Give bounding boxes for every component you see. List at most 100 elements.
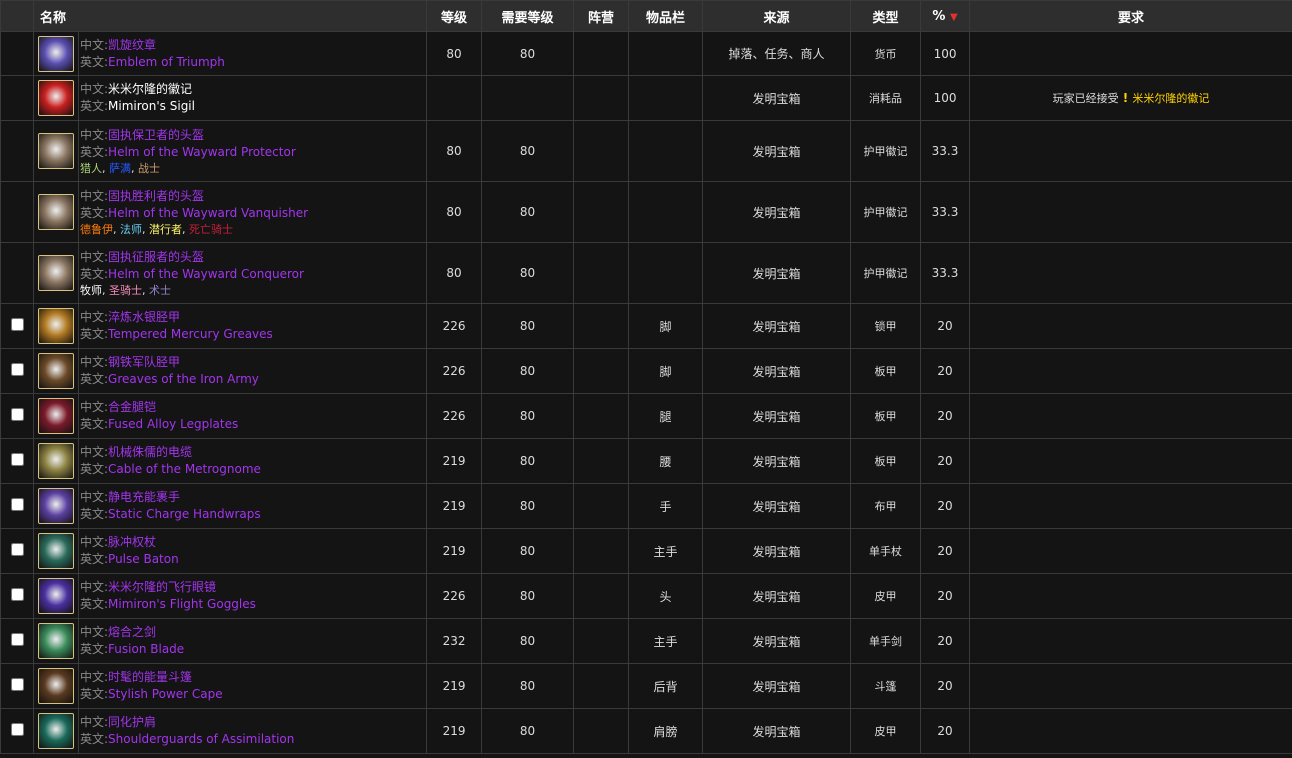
row-checkbox[interactable] [10, 588, 24, 601]
helm-icon[interactable] [38, 194, 74, 230]
item-faction [573, 528, 630, 574]
shoulders-icon[interactable] [38, 713, 74, 749]
table-row: 中文:钢铁军队胫甲 英文:Greaves of the Iron Army 226 8… [0, 348, 1292, 394]
item-name-en[interactable]: Mimiron's Flight Goggles [108, 597, 256, 611]
header-name[interactable]: 名称 [32, 0, 428, 32]
boots-icon[interactable] [38, 353, 74, 389]
item-name-en[interactable]: Pulse Baton [108, 552, 179, 566]
class-link[interactable]: 猎人 [80, 162, 102, 175]
item-name-cn[interactable]: 时髦的能量斗篷 [108, 670, 192, 684]
requirement-link[interactable]: 米米尔隆的徽记 [1132, 92, 1209, 105]
class-link[interactable]: 死亡骑士 [189, 223, 233, 236]
header-pct[interactable]: % ▼ [920, 0, 971, 32]
item-name-cn[interactable]: 机械侏儒的电缆 [108, 445, 192, 459]
item-level [426, 75, 483, 121]
handwraps-icon[interactable] [38, 488, 74, 524]
belt-icon[interactable] [38, 443, 74, 479]
item-name-cn[interactable]: 熔合之剑 [108, 625, 156, 639]
goggles-icon[interactable] [38, 578, 74, 614]
row-checkbox[interactable] [10, 318, 24, 331]
class-link[interactable]: 术士 [149, 284, 171, 297]
item-name-cn[interactable]: 米米尔隆的飞行眼镜 [108, 580, 216, 594]
item-name-en[interactable]: Helm of the Wayward Vanquisher [108, 206, 308, 220]
item-pct: 33.3 [920, 120, 971, 182]
header-type[interactable]: 类型 [850, 0, 922, 32]
item-source: 发明宝箱 [702, 528, 852, 574]
sigil-icon[interactable] [38, 80, 74, 116]
row-checkbox[interactable] [10, 543, 24, 556]
greaves-icon[interactable] [38, 308, 74, 344]
item-type: 板甲 [850, 438, 922, 484]
item-name-en[interactable]: Emblem of Triumph [108, 55, 225, 69]
class-link[interactable]: 萨满 [109, 162, 131, 175]
class-link[interactable]: 德鲁伊 [80, 223, 113, 236]
row-checkbox-cell [0, 573, 34, 619]
item-requirement [969, 528, 1292, 574]
item-name-cell: 中文:淬炼水银胫甲 英文:Tempered Mercury Greaves [77, 303, 428, 349]
item-name-en[interactable]: Shoulderguards of Assimilation [108, 732, 294, 746]
name-cn-line: 中文:熔合之剑 [80, 624, 426, 641]
item-faction [573, 303, 630, 349]
row-checkbox[interactable] [10, 723, 24, 736]
item-name-cn[interactable]: 静电充能裹手 [108, 490, 180, 504]
header-req-level[interactable]: 需要等级 [481, 0, 575, 32]
item-name-en[interactable]: Fused Alloy Legplates [108, 417, 238, 431]
item-name-cn[interactable]: 淬炼水银胫甲 [108, 310, 180, 324]
row-checkbox[interactable] [10, 498, 24, 511]
item-level: 226 [426, 393, 483, 439]
item-icon-cell [33, 348, 79, 394]
cape-icon[interactable] [38, 668, 74, 704]
row-checkbox[interactable] [10, 363, 24, 376]
item-name-en[interactable]: Cable of the Metrognome [108, 462, 261, 476]
item-name-cn[interactable]: 固执保卫者的头盔 [108, 128, 204, 142]
item-name-cn[interactable]: 固执征服者的头盔 [108, 250, 204, 264]
row-checkbox[interactable] [10, 453, 24, 466]
item-name-en[interactable]: Mimiron's Sigil [108, 99, 195, 113]
class-link[interactable]: 牧师 [80, 284, 102, 297]
item-pct: 20 [920, 303, 971, 349]
item-level: 232 [426, 618, 483, 664]
item-name-cn[interactable]: 凯旋纹章 [108, 38, 156, 52]
item-name-en[interactable]: Static Charge Handwraps [108, 507, 261, 521]
row-checkbox[interactable] [10, 633, 24, 646]
legplates-icon[interactable] [38, 398, 74, 434]
table-row: 中文:静电充能裹手 英文:Static Charge Handwraps 219 80… [0, 483, 1292, 529]
header-slot[interactable]: 物品栏 [628, 0, 704, 32]
class-link[interactable]: 战士 [138, 162, 160, 175]
item-name-cn[interactable]: 合金腿铠 [108, 400, 156, 414]
item-slot [628, 181, 704, 243]
helm-icon[interactable] [38, 255, 74, 291]
row-checkbox[interactable] [10, 408, 24, 421]
item-name-en[interactable]: Helm of the Wayward Protector [108, 145, 296, 159]
header-faction[interactable]: 阵营 [573, 0, 630, 32]
item-pct: 20 [920, 348, 971, 394]
item-name-cn[interactable]: 脉冲权杖 [108, 535, 156, 549]
emblem-icon[interactable] [38, 35, 74, 72]
class-link[interactable]: 潜行者 [149, 223, 182, 236]
item-name-cn[interactable]: 同化护肩 [108, 715, 156, 729]
header-source[interactable]: 来源 [702, 0, 852, 32]
helm-icon[interactable] [38, 133, 74, 169]
item-icon-cell [33, 663, 79, 709]
item-name-cn[interactable]: 固执胜利者的头盔 [108, 189, 204, 203]
item-name-cn[interactable]: 米米尔隆的徽记 [108, 82, 192, 96]
class-link[interactable]: 法师 [120, 223, 142, 236]
name-cn-line: 中文:静电充能裹手 [80, 489, 426, 506]
item-name-cell: 中文:米米尔隆的飞行眼镜 英文:Mimiron's Flight Goggles [77, 573, 428, 619]
item-name-en[interactable]: Fusion Blade [108, 642, 184, 656]
en-label: 英文: [80, 372, 109, 386]
header-level[interactable]: 等级 [426, 0, 483, 32]
class-link[interactable]: 圣骑士 [109, 284, 142, 297]
item-name-cn[interactable]: 钢铁军队胫甲 [108, 355, 180, 369]
baton-icon[interactable] [38, 533, 74, 569]
blade-icon[interactable] [38, 623, 74, 659]
item-name-en[interactable]: Tempered Mercury Greaves [108, 327, 273, 341]
item-name-en[interactable]: Stylish Power Cape [108, 687, 223, 701]
cn-label: 中文: [80, 580, 109, 594]
header-requirement[interactable]: 要求 [969, 0, 1292, 32]
item-name-en[interactable]: Helm of the Wayward Conqueror [108, 267, 304, 281]
item-requirement [969, 303, 1292, 349]
row-checkbox[interactable] [10, 678, 24, 691]
en-label: 英文: [80, 552, 109, 566]
item-name-en[interactable]: Greaves of the Iron Army [108, 372, 259, 386]
